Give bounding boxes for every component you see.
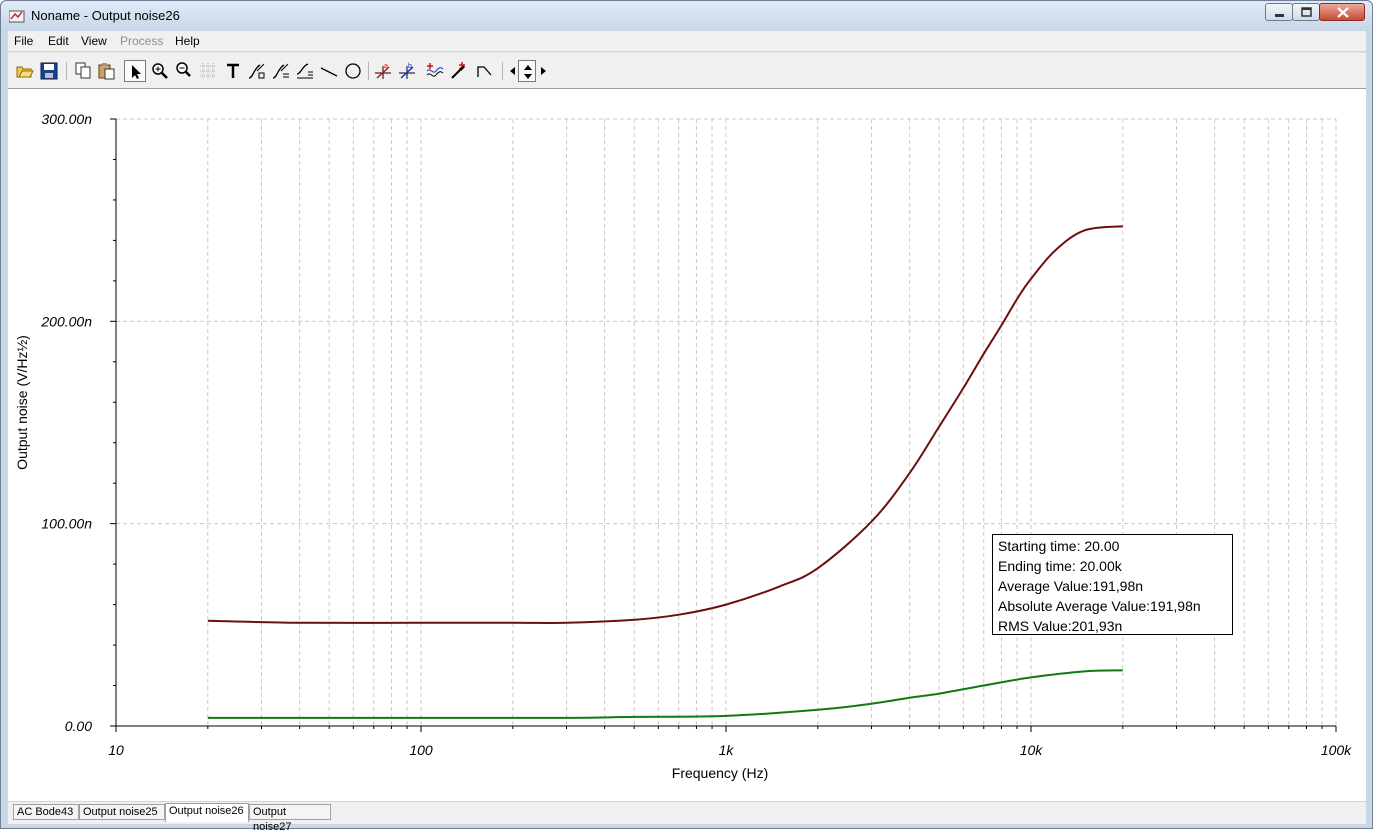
title-bar[interactable]: Noname - Output noise26 (1, 1, 1372, 31)
cursor-a-button[interactable]: a (372, 60, 394, 82)
line-button[interactable] (318, 60, 340, 82)
toolbar: a b (8, 52, 1366, 89)
zoom-out-button[interactable] (173, 60, 195, 82)
curve-label-2-button[interactable] (270, 60, 292, 82)
waveform-icon (426, 63, 444, 77)
y-tick-label: 0.00 (65, 718, 92, 734)
x-tick-label: 10 (108, 742, 124, 758)
statistics-box[interactable]: Starting time: 20.00 Ending time: 20.00k… (992, 534, 1233, 635)
nav-up-down-button[interactable] (518, 60, 536, 82)
stats-absolute-average-value: Absolute Average Value:191,98n (998, 598, 1201, 614)
menu-file[interactable]: File (14, 34, 33, 48)
step-button[interactable] (474, 60, 496, 82)
open-button[interactable] (14, 60, 36, 82)
probe-button[interactable] (448, 60, 470, 82)
nav-left-button[interactable] (506, 60, 518, 82)
chart-area[interactable]: 0.00 100.00n 200.00n 300.00n 10 100 1k 10k 100k F… (8, 89, 1366, 801)
svg-text:a: a (384, 63, 388, 70)
menu-bar: File Edit View Process Help (8, 31, 1366, 51)
x-tick-label: 1k (719, 742, 735, 758)
close-icon (1337, 7, 1349, 18)
close-button[interactable] (1319, 3, 1365, 21)
axis-label-button[interactable] (294, 60, 316, 82)
grid-button[interactable] (197, 60, 219, 82)
y-tick-label: 200.00n (40, 313, 92, 329)
paste-button[interactable] (96, 60, 118, 82)
x-tick-label: 10k (1020, 742, 1044, 758)
menu-view[interactable]: View (81, 34, 107, 48)
tab-output-noise25[interactable]: Output noise25 (79, 804, 165, 820)
step-icon (477, 66, 492, 77)
stats-rms-value: RMS Value:201,93n (998, 618, 1123, 634)
nav-right-button[interactable] (536, 60, 548, 82)
cursor-b-button[interactable]: b (396, 60, 418, 82)
maximize-icon (1301, 7, 1312, 17)
save-button[interactable] (38, 60, 60, 82)
open-icon (16, 66, 34, 78)
y-axis-label: Output noise (V/Hz½) (14, 335, 30, 470)
copy-button[interactable] (72, 60, 94, 82)
stats-average-value: Average Value:191,98n (998, 578, 1144, 594)
series-line-2 (207, 669, 1123, 719)
text-icon (227, 63, 239, 78)
toolbar-separator (66, 62, 67, 80)
minimize-button[interactable] (1265, 3, 1293, 21)
copy-icon (75, 62, 91, 79)
curve-label-2-icon (272, 63, 289, 79)
nav-left-icon (510, 67, 515, 75)
curve-label-icon (248, 63, 265, 79)
toolbar-separator (368, 62, 369, 80)
toolbar-separator (502, 62, 503, 80)
line-icon (320, 67, 338, 77)
pointer-button[interactable] (124, 60, 146, 82)
zoom-in-button[interactable] (149, 60, 171, 82)
probe-icon (451, 62, 466, 79)
y-tick-label: 100.00n (41, 516, 92, 532)
paste-icon (98, 63, 115, 80)
stats-ending-time: Ending time: 20.00k (998, 558, 1122, 574)
x-tick-label: 100 (409, 742, 433, 758)
x-axis-label: Frequency (Hz) (672, 765, 768, 781)
x-tick-label: 100k (1321, 742, 1352, 758)
series-line-1 (207, 225, 1123, 625)
circle-button[interactable] (342, 60, 364, 82)
save-icon (40, 62, 58, 80)
window-title: Noname - Output noise26 (31, 8, 180, 23)
cursor-a-icon: a (375, 63, 391, 79)
menu-edit[interactable]: Edit (48, 34, 69, 48)
cursor-b-icon: b (399, 63, 415, 79)
tab-ac-bode43[interactable]: AC Bode43 (13, 804, 79, 820)
menu-help[interactable]: Help (175, 34, 200, 48)
tab-output-noise26[interactable]: Output noise26 (165, 803, 249, 822)
axis-label-icon (296, 63, 313, 79)
y-tick-label: 300.00n (41, 111, 92, 127)
menu-process[interactable]: Process (120, 34, 163, 48)
circle-icon (345, 63, 361, 79)
app-icon (8, 9, 25, 23)
curve-label-button[interactable] (246, 60, 268, 82)
tab-bar: AC Bode43 Output noise25 Output noise26 … (8, 802, 1366, 833)
nav-right-icon (541, 67, 546, 75)
pointer-icon (132, 65, 141, 79)
svg-text:b: b (408, 63, 412, 70)
zoom-out-icon (176, 62, 191, 77)
stats-starting-time: Starting time: 20.00 (998, 538, 1120, 554)
noise-plot[interactable]: 0.00 100.00n 200.00n 300.00n 10 100 1k 10k 100k F… (8, 89, 1366, 801)
tab-output-noise27[interactable]: Output noise27 (249, 804, 331, 833)
maximize-button[interactable] (1292, 3, 1320, 21)
minimize-icon (1275, 14, 1284, 17)
app-window: Noname - Output noise26 File Edit View P… (0, 0, 1373, 833)
nav-up-down-icon (524, 65, 532, 79)
zoom-in-icon (152, 63, 168, 79)
waveform-button[interactable] (424, 60, 446, 82)
grid-icon (200, 63, 216, 79)
text-button[interactable] (222, 60, 244, 82)
